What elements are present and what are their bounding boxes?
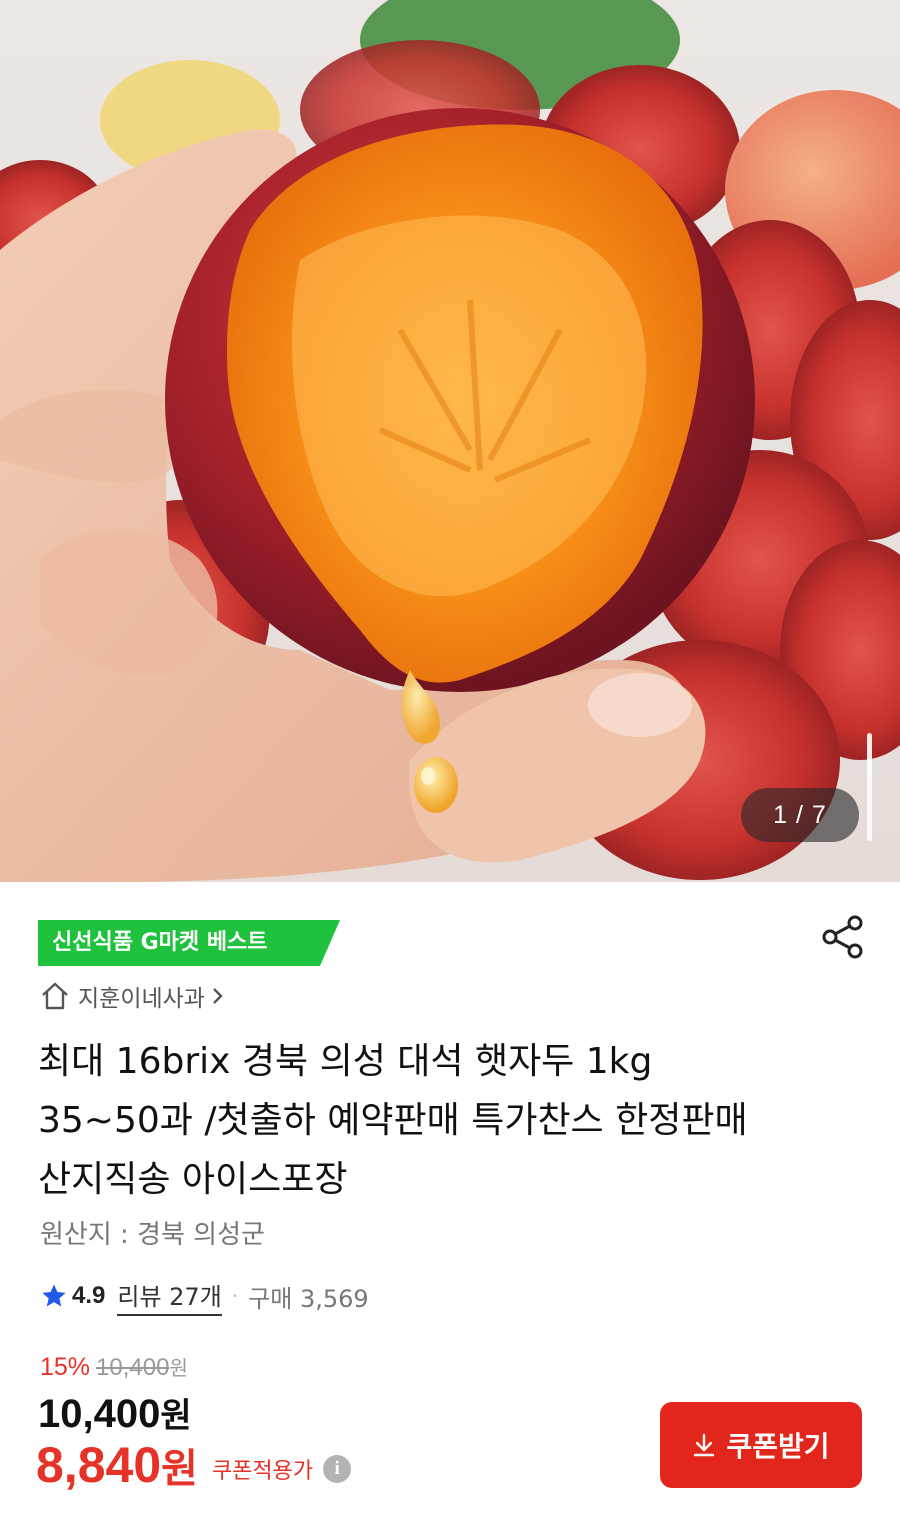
product-image-gallery[interactable]: 1 / 7 (0, 0, 900, 882)
coupon-price-unit: 원 (161, 1446, 198, 1492)
badge-label: 신선식품 G마켓 베스트 (52, 930, 268, 955)
home-icon (42, 982, 68, 1010)
coupon-applied-label: 쿠폰적용가 (211, 1459, 314, 1484)
original-price-unit: 원 (169, 1356, 188, 1380)
price-value: 10,400 (38, 1392, 161, 1436)
best-seller-badge: 신선식품 G마켓 베스트 (38, 920, 340, 966)
rating-value: 4.9 (72, 1282, 106, 1309)
purchase-count: 구매 3,569 (248, 1284, 369, 1313)
chevron-right-icon (213, 988, 223, 1004)
review-count-link[interactable]: 리뷰 27개 (117, 1277, 222, 1316)
price-unit: 원 (160, 1396, 192, 1436)
store-name: 지훈이네사과 (78, 986, 205, 1012)
product-photo (0, 0, 900, 882)
get-coupon-label: 쿠폰받기 (726, 1430, 830, 1463)
get-coupon-button[interactable]: 쿠폰받기 (660, 1402, 862, 1488)
download-icon (694, 1433, 715, 1457)
store-link[interactable]: 지훈이네사과 (40, 978, 225, 1014)
origin-info: 원산지 : 경북 의성군 (40, 1220, 265, 1250)
sale-price: 10,400 원 (38, 1388, 192, 1438)
share-button[interactable] (820, 914, 866, 960)
scroll-indicator (867, 733, 872, 841)
info-icon[interactable]: i (323, 1455, 352, 1483)
original-price: 10,400 (96, 1354, 170, 1381)
rating-summary: 4.9 리뷰 27개 · 구매 3,569 (40, 1276, 369, 1316)
discount-row: 15% 10,400 원 (40, 1352, 188, 1386)
share-icon (822, 915, 863, 959)
coupon-price-row: 8,840 원 쿠폰적용가 i (36, 1434, 352, 1496)
image-counter: 1 / 7 (741, 788, 859, 842)
coupon-price-value: 8,840 (36, 1437, 162, 1493)
discount-percent: 15% (40, 1353, 91, 1381)
product-title: 최대 16brix 경북 의성 대석 햇자두 1kg 35~50과 /첫출하 예… (38, 1041, 748, 1200)
star-icon (42, 1284, 66, 1307)
separator-dot: · (231, 1284, 239, 1308)
